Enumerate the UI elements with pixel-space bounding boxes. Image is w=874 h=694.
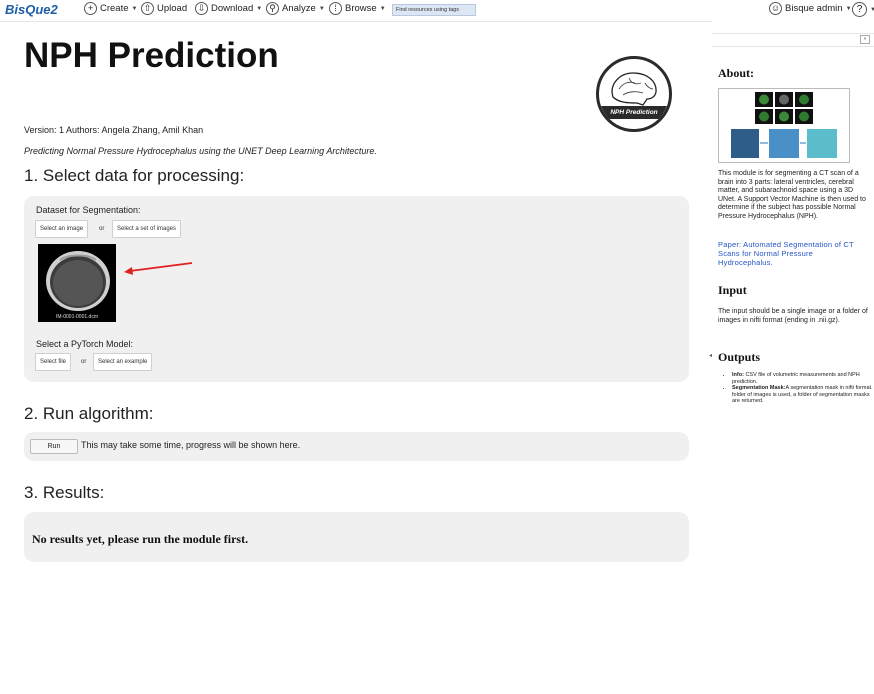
- thumbnail-filename: IM-0001-0001.dcm: [56, 314, 98, 320]
- annotation-arrow-icon: [124, 262, 193, 275]
- user-menu[interactable]: ☺ Bisque admin ▼: [769, 2, 852, 15]
- list-item: Segmentation Mask:A segmentation mask in…: [732, 385, 874, 405]
- no-results-message: No results yet, please run the module fi…: [32, 532, 249, 546]
- download-icon: ⇩: [195, 2, 208, 15]
- model-label: Select a PyTorch Model:: [36, 339, 134, 349]
- section-results-heading: 3. Results:: [24, 483, 105, 502]
- help-menu[interactable]: ? ▼: [852, 2, 874, 17]
- user-label: Bisque admin: [785, 3, 843, 14]
- analyze-icon: ⚲: [266, 2, 279, 15]
- upload-icon: ⇧: [141, 2, 154, 15]
- module-info-sidebar: » About: This module is for segmenting a…: [712, 21, 874, 694]
- browse-menu[interactable]: ⁞ Browse ▼: [329, 2, 386, 15]
- paper-link[interactable]: Paper: Automated Segmentation of CT Scan…: [718, 240, 868, 267]
- create-menu[interactable]: + Create ▼: [84, 2, 137, 15]
- run-button[interactable]: Run: [30, 439, 78, 454]
- output-label: Info:: [732, 372, 744, 378]
- upload-label: Upload: [157, 3, 188, 14]
- user-avatar-icon: ☺: [769, 2, 782, 15]
- about-text: This module is for segmenting a CT scan …: [718, 170, 866, 220]
- upload-menu[interactable]: ⇧ Upload: [141, 2, 187, 15]
- chevron-down-icon: ▼: [131, 5, 138, 12]
- output-text: CSV file of volumetric measurements and …: [732, 372, 860, 385]
- select-example-button[interactable]: Select an example: [93, 353, 153, 371]
- version-authors: Version: 1 Authors: Angela Zhang, Amil K…: [24, 125, 204, 135]
- select-file-button[interactable]: Select file: [35, 353, 72, 371]
- page-title: NPH Prediction: [24, 36, 279, 75]
- about-heading: About:: [718, 66, 755, 80]
- section-run-heading: 2. Run algorithm:: [24, 404, 154, 423]
- create-label: Create: [100, 3, 129, 14]
- browse-label: Browse: [345, 3, 377, 14]
- chevron-down-icon: ▼: [870, 6, 874, 13]
- dataset-label: Dataset for Segmentation:: [36, 205, 141, 215]
- input-text: The input should be a single image or a …: [718, 308, 868, 324]
- or-text: or: [81, 359, 87, 365]
- list-item: Info: CSV file of volumetric measurement…: [732, 372, 874, 385]
- selected-image-thumbnail[interactable]: IM-0001-0001.dcm: [38, 244, 116, 322]
- logo-label: NPH Prediction: [599, 106, 669, 119]
- sidebar-header: »: [712, 33, 874, 47]
- brand-logo[interactable]: BisQue2: [5, 2, 58, 17]
- chevron-down-icon: ▼: [845, 5, 852, 12]
- module-description: Predicting Normal Pressure Hydrocephalus…: [24, 146, 377, 156]
- about-diagram-image: [718, 88, 850, 163]
- plus-icon: +: [84, 2, 97, 15]
- analyze-label: Analyze: [282, 3, 316, 14]
- module-logo: NPH Prediction: [596, 56, 672, 132]
- download-label: Download: [211, 3, 254, 14]
- ct-scan-image: [46, 251, 110, 311]
- grid-icon: ⁞: [329, 2, 342, 15]
- or-text: or: [99, 226, 105, 232]
- outputs-heading: Outputs: [718, 350, 761, 364]
- outputs-list: Info: CSV file of volumetric measurement…: [724, 372, 874, 405]
- chevron-down-icon: ▼: [256, 5, 263, 12]
- chevron-down-icon: ▼: [379, 5, 386, 12]
- section-select-data-heading: 1. Select data for processing:: [24, 166, 245, 185]
- download-menu[interactable]: ⇩ Download ▼: [195, 2, 262, 15]
- collapse-icon[interactable]: »: [860, 35, 870, 44]
- top-navbar: BisQue2 + Create ▼ ⇧ Upload ⇩ Download ▼…: [0, 0, 874, 22]
- output-label: Segmentation Mask:: [732, 385, 786, 391]
- tag-search-input[interactable]: Find resources using tags: [392, 4, 476, 16]
- run-progress-text: This may take some time, progress will b…: [81, 440, 301, 450]
- select-image-set-button[interactable]: Select a set of images: [112, 220, 182, 238]
- pipeline-diagram: [731, 92, 837, 158]
- select-image-button[interactable]: Select an image: [35, 220, 89, 238]
- help-icon: ?: [852, 2, 867, 17]
- input-heading: Input: [718, 283, 747, 297]
- chevron-down-icon: ▼: [318, 5, 325, 12]
- analyze-menu[interactable]: ⚲ Analyze ▼: [266, 2, 325, 15]
